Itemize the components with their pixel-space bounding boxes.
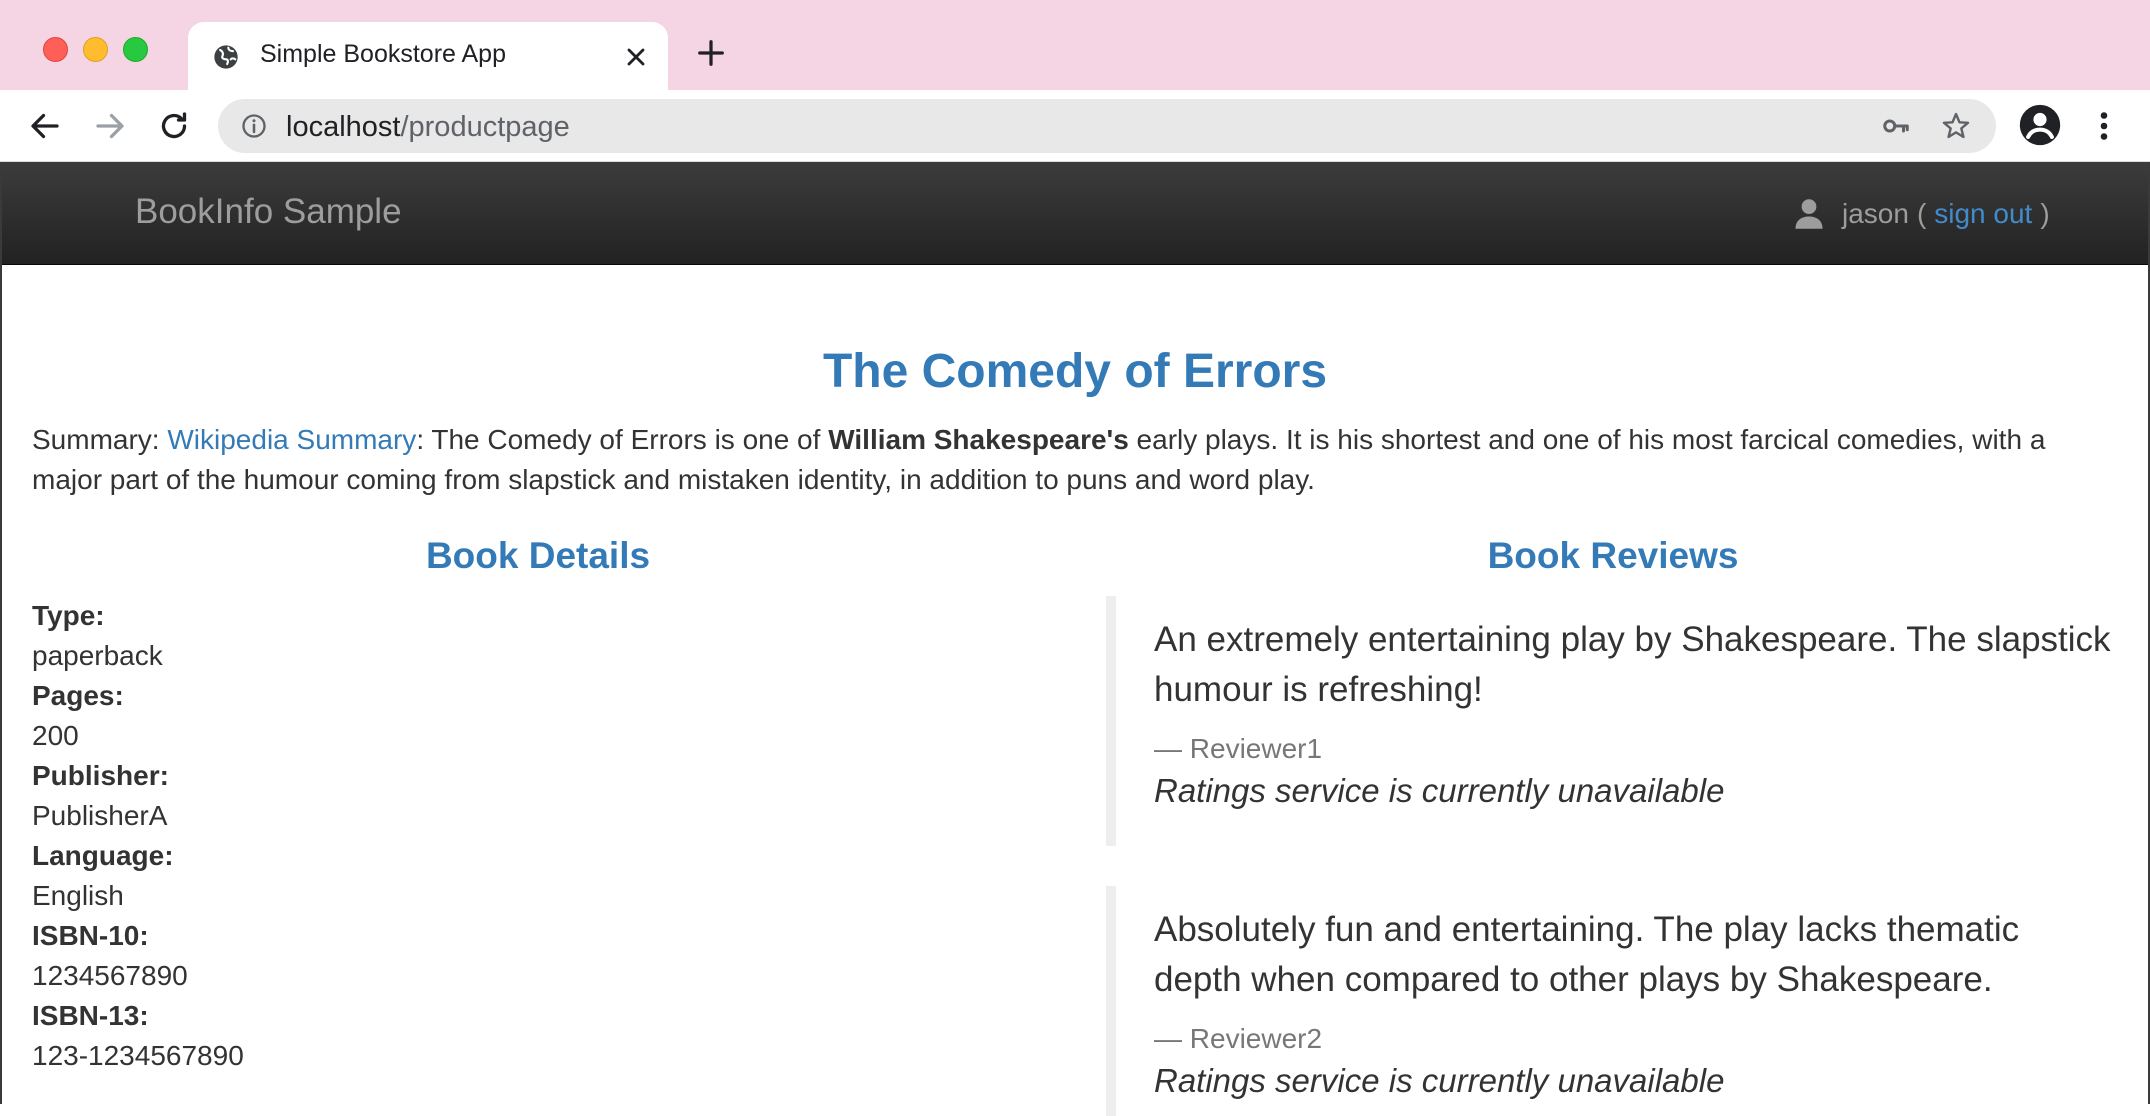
reviewer-name: — Reviewer1	[1154, 733, 1323, 764]
detail-label-publisher: Publisher:	[32, 760, 169, 791]
browser-tab[interactable]: Simple Bookstore App	[188, 22, 668, 90]
detail-label-pages: Pages:	[32, 680, 124, 711]
close-icon[interactable]	[622, 43, 650, 71]
browser-toolbar: localhost/productpage	[0, 90, 2150, 162]
more-vert-icon[interactable]	[2090, 108, 2118, 144]
url-text: localhost/productpage	[286, 111, 570, 144]
book-reviews-heading: Book Reviews	[1487, 535, 1739, 576]
url-path: /productpage	[400, 111, 570, 143]
detail-value-pages: 200	[32, 720, 79, 751]
page-border-left	[0, 162, 2, 1104]
window-zoom-button[interactable]	[123, 37, 148, 62]
reload-icon[interactable]	[156, 108, 192, 144]
review-item: An extremely entertaining play by Shakes…	[1106, 596, 2116, 846]
summary-bold: William Shakespeare's	[828, 424, 1129, 455]
back-arrow-icon[interactable]	[27, 108, 63, 144]
ratings-status: Ratings service is currently unavailable	[1154, 772, 1725, 809]
book-details: Type: paperback Pages: 200 Publisher: Pu…	[32, 596, 1032, 1076]
review-text: An extremely entertaining play by Shakes…	[1154, 620, 2111, 709]
paren-close: )	[2040, 198, 2050, 229]
paren-open: (	[1916, 198, 1927, 229]
wikipedia-summary-link[interactable]: Wikipedia Summary	[167, 424, 416, 455]
username: jason	[1842, 198, 1909, 229]
summary-text-1: : The Comedy of Errors is one of	[416, 424, 821, 455]
detail-value-type: paperback	[32, 640, 163, 671]
detail-label-language: Language:	[32, 840, 174, 871]
plus-icon[interactable]	[696, 38, 726, 68]
site-navbar: BookInfo Sample jason ( sign out )	[2, 162, 2148, 265]
page-title: The Comedy of Errors	[822, 345, 1328, 398]
url-host: localhost	[286, 111, 401, 143]
profile-icon[interactable]	[2018, 103, 2062, 147]
detail-label-isbn10: ISBN-10:	[32, 920, 149, 951]
forward-arrow-icon[interactable]	[92, 108, 128, 144]
product-summary: Summary: Wikipedia Summary: The Comedy o…	[32, 420, 2092, 500]
key-icon[interactable]	[1880, 111, 1912, 141]
globe-icon	[214, 45, 238, 69]
book-details-heading: Book Details	[425, 535, 651, 576]
detail-value-isbn10: 1234567890	[32, 960, 188, 991]
user-icon	[1795, 199, 1823, 229]
sign-out-link[interactable]: sign out	[1934, 198, 2032, 230]
address-bar[interactable]: localhost/productpage	[218, 99, 1996, 153]
review-item: Absolutely fun and entertaining. The pla…	[1106, 886, 2116, 1116]
user-area: jason ( sign out )	[1794, 194, 2050, 234]
detail-label-isbn13: ISBN-13:	[32, 1000, 149, 1031]
detail-value-language: English	[32, 880, 124, 911]
window-minimize-button[interactable]	[83, 37, 108, 62]
review-text: Absolutely fun and entertaining. The pla…	[1154, 910, 2020, 999]
tab-title: Simple Bookstore App	[260, 40, 506, 68]
navbar-brand[interactable]: BookInfo Sample	[135, 192, 402, 232]
browser-tabstrip: Simple Bookstore App	[0, 0, 2150, 90]
reviewer-name: — Reviewer2	[1154, 1023, 1323, 1054]
star-icon[interactable]	[1940, 110, 1972, 142]
detail-value-publisher: PublisherA	[32, 800, 168, 831]
detail-label-type: Type:	[32, 600, 105, 631]
detail-value-isbn13: 123-1234567890	[32, 1040, 244, 1071]
ratings-status: Ratings service is currently unavailable	[1154, 1062, 1725, 1099]
window-close-button[interactable]	[43, 37, 68, 62]
summary-label: Summary:	[32, 424, 160, 455]
info-icon[interactable]	[240, 112, 268, 140]
